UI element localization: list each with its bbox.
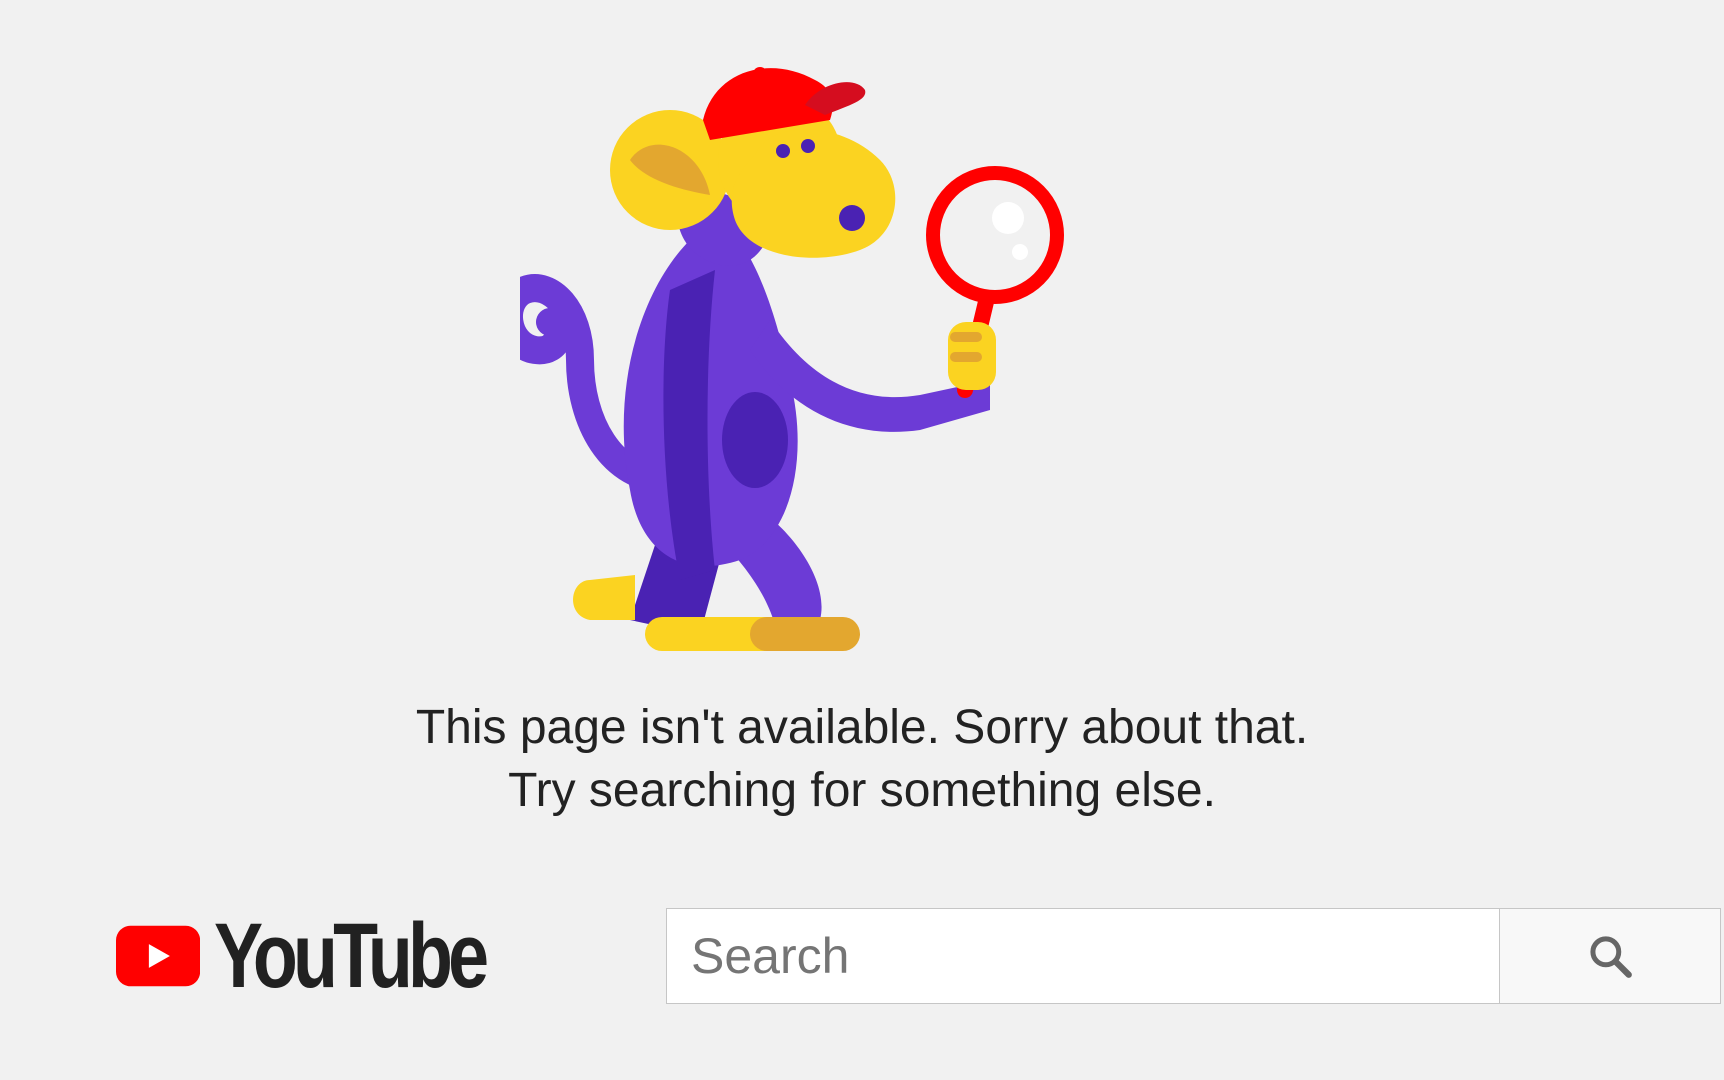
error-page: This page isn't available. Sorry about t… xyxy=(0,0,1724,1080)
bottom-bar: YouTube xyxy=(116,908,1721,1004)
search-input[interactable] xyxy=(666,908,1499,1004)
error-message-line1: This page isn't available. Sorry about t… xyxy=(415,701,1309,754)
youtube-play-icon xyxy=(116,925,201,987)
search-button[interactable] xyxy=(1499,908,1721,1004)
search-form xyxy=(666,908,1721,1004)
youtube-logo[interactable]: YouTube xyxy=(116,908,552,1004)
youtube-wordmark: YouTube xyxy=(214,905,489,1007)
search-icon xyxy=(1590,936,1632,978)
error-message: This page isn't available. Sorry about t… xyxy=(0,696,1724,822)
error-message-line2: Try searching for something else. xyxy=(508,764,1216,817)
detective-monkey-icon xyxy=(495,60,1200,660)
